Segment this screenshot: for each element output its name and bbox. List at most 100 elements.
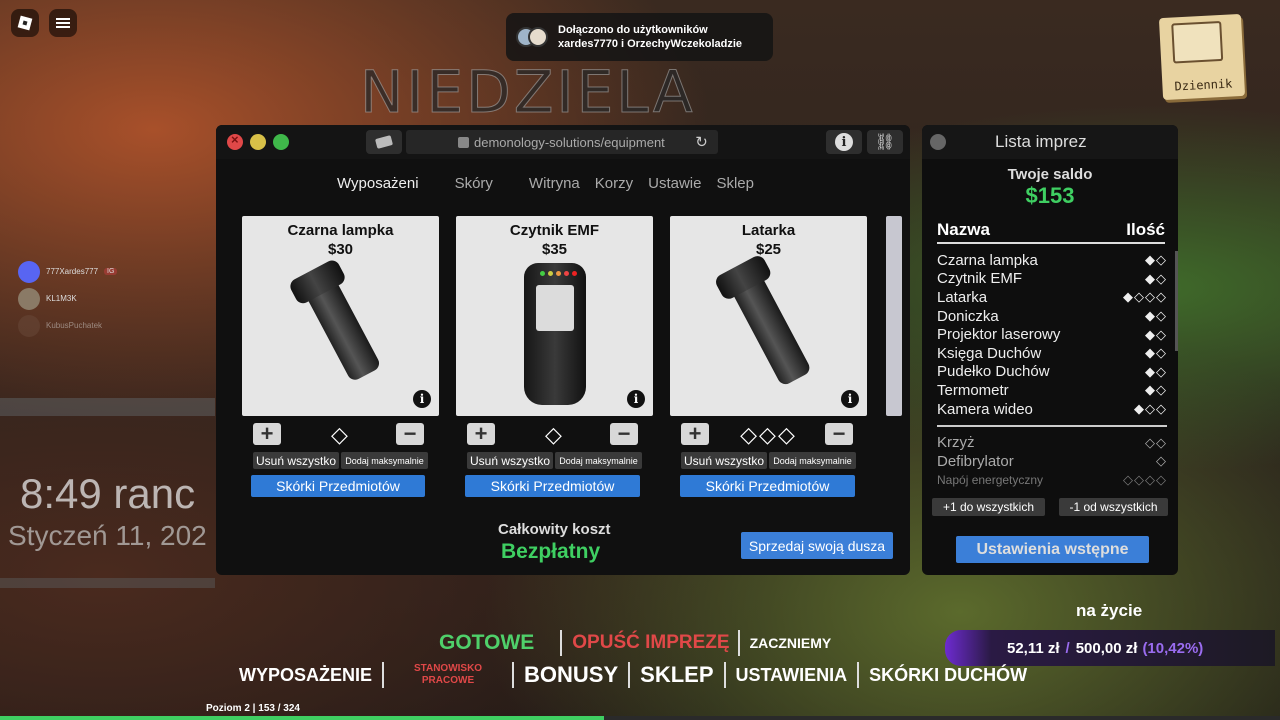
divider [382,662,385,688]
item-skins-button[interactable]: Skórki Przedmiotów [465,475,640,497]
quantity-controls: + ◇◇◇ − [670,423,867,449]
leave-party-button[interactable]: OPUŚĆ IMPREZĘ [572,632,729,654]
start-button[interactable]: ZACZNIEMY [750,635,832,651]
list-item: Termometr ◆◇ [937,381,1167,400]
journal-button[interactable]: Dziennik [1158,13,1246,101]
info-button[interactable]: i [826,130,862,154]
divider [512,662,515,688]
remove-item-button[interactable]: − [610,423,638,445]
nav-shop[interactable]: SKLEP [640,662,713,688]
list-item: Projektor laserowy ◆◇ [937,325,1167,344]
list-item: Defibrylator ◇ [937,452,1167,471]
tab-skins[interactable]: Skóry [455,175,493,192]
panel-header: Lista imprez [922,125,1178,159]
divider [628,662,631,688]
hamburger-menu-button[interactable] [49,9,77,37]
ticket-button[interactable] [366,130,402,154]
add-max-button[interactable]: Dodaj maksymalnie [341,452,428,469]
item-skins-button[interactable]: Skórki Przedmiotów [251,475,425,497]
scene-clock-time: 8:49 ranc [20,470,196,517]
background-stripe [0,578,215,588]
ready-button[interactable]: GOTOWE [439,631,534,655]
item-skins-button[interactable]: Skórki Przedmiotów [680,475,855,497]
equipment-window: demonology-solutions/equipment ↻ i ⛓ Wyp… [216,125,910,575]
list-item-qty: ◇◇ [1145,434,1167,450]
nav-settings[interactable]: USTAWIENIA [736,665,848,686]
bulk-actions: Usuń wszystko Dodaj maksymalnie [456,452,653,469]
remove-item-button[interactable]: − [396,423,424,445]
item-cards: Czarna lampka $30 i + ◇ − Usuń wszystko … [242,216,902,506]
party-list-panel: Lista imprez Twoje saldo $153 Nazwa Iloś… [922,125,1178,575]
item-card-partial [886,216,902,416]
list-item-name: Defibrylator [937,452,1014,470]
refresh-icon: ↻ [695,134,708,151]
tab-shop[interactable]: Sklep [716,175,754,192]
refresh-button[interactable]: ↻ [685,130,718,154]
add-max-button[interactable]: Dodaj maksymalnie [769,452,856,469]
nav-ghost-skins[interactable]: SKÓRKI DUCHÓW [869,665,1027,686]
emf-reader-icon [523,263,586,405]
voice-user-name: KL1M3K [46,294,77,303]
journal-label: Dziennik [1174,76,1233,94]
list-item-qty: ◆◇ [1145,382,1167,398]
avatar [18,314,40,337]
nav-workstation[interactable]: STANOWISKO PRACOWE [394,663,502,687]
info-icon: i [835,133,853,151]
money-goal-bar: 52,11 zł / 500,00 zł (10,42%) [945,630,1275,666]
vertical-scrollbar[interactable] [1175,251,1178,351]
list-item: Czytnik EMF ◆◇ [937,270,1167,289]
close-window-button[interactable] [227,132,243,150]
nav-bonuses[interactable]: BONUSY [524,662,618,688]
xp-bar [0,716,1280,720]
list-item-name: Projektor laserowy [937,326,1061,344]
voice-chat-list: 777Xardes777 IG KL1M3K KubusPuchatek [18,258,118,339]
presets-button[interactable]: Ustawienia wstępne [956,536,1149,563]
xp-bar-fill [0,716,605,720]
tab-settings[interactable]: Ustawie [648,175,701,192]
bulk-actions: Usuń wszystko Dodaj maksymalnie [670,452,867,469]
item-info-icon[interactable]: i [627,390,645,408]
voice-user: 777Xardes777 IG [18,258,118,285]
minimize-window-button[interactable] [250,134,266,150]
item-price: $25 [755,241,782,258]
divider [723,662,726,688]
tab-equipment[interactable]: Wyposażeni [337,175,419,192]
voice-user: KubusPuchatek [18,312,117,339]
tab-benefits[interactable]: Korzy [595,175,633,192]
share-link-button[interactable]: ⛓ [867,130,903,154]
add-max-button[interactable]: Dodaj maksymalnie [555,452,642,469]
roblox-logo-icon [17,15,33,31]
list-item-qty: ◆◇ [1145,270,1167,286]
total-cost-label: Całkowity koszt [498,521,611,538]
item-price: $30 [327,241,354,258]
url-bar[interactable]: demonology-solutions/equipment [406,130,718,154]
nav-equipment[interactable]: WYPOSAŻENIE [239,665,372,686]
remove-all-button[interactable]: Usuń wszystko [681,452,767,469]
minus-one-all-button[interactable]: -1 od wszystkich [1059,498,1168,516]
maximize-window-button[interactable] [273,134,289,150]
panel-close-button[interactable] [930,134,946,150]
sell-soul-button[interactable]: Sprzedaj swoją dusza [741,532,893,559]
remove-all-button[interactable]: Usuń wszystko [467,452,553,469]
list-item: Latarka ◆◇◇◇ [937,288,1167,307]
item-image: Latarka $25 i [670,216,867,416]
divider [737,630,740,656]
link-icon: ⛓ [874,134,896,151]
balance-value: $153 [1025,183,1075,208]
background-stripe [0,398,215,416]
tab-showcase[interactable]: Witryna [529,175,580,192]
ticket-icon [374,135,394,149]
plus-one-all-button[interactable]: +1 do wszystkich [932,498,1045,516]
item-info-icon[interactable]: i [841,390,859,408]
item-info-icon[interactable]: i [413,390,431,408]
day-title: NIEDZIELA [360,58,696,127]
list-item-qty: ◆◇ [1145,363,1167,379]
party-item-list[interactable]: Czarna lampka ◆◇ Czytnik EMF ◆◇ Latarka ◆◇◇… [937,251,1167,489]
avatar [18,287,40,310]
roblox-menu-button[interactable] [11,9,39,37]
list-item: Doniczka ◆◇ [937,307,1167,326]
remove-all-button[interactable]: Usuń wszystko [253,452,339,469]
list-item: Kamera wideo ◆◇◇ [937,400,1167,419]
remove-item-button[interactable]: − [825,423,853,445]
list-item-qty: ◆◇ [1145,345,1167,361]
